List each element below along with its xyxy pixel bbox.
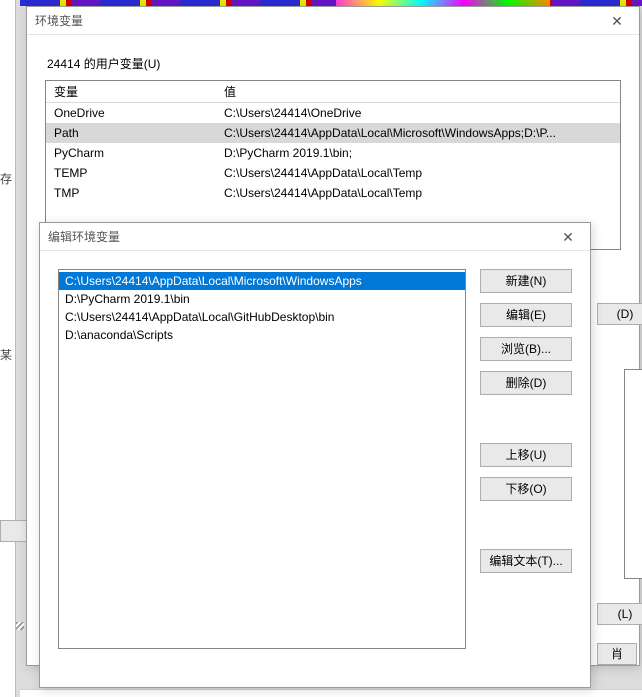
button-label: 肖	[611, 647, 623, 661]
edit-button[interactable]: 编辑(E)	[480, 303, 572, 327]
list-item[interactable]: C:\Users\24414\AppData\Local\Microsoft\W…	[59, 272, 465, 290]
button-label: 浏览(B)...	[501, 342, 551, 356]
move-down-button[interactable]: 下移(O)	[480, 477, 572, 501]
dialog1-bottom-button-peek[interactable]: 肖	[597, 643, 637, 665]
bg-text-fragment: 存	[0, 170, 12, 187]
button-column: 新建(N) 编辑(E) 浏览(B)... 删除(D) 上移(U) 下移(O) 编…	[480, 269, 572, 649]
browse-button[interactable]: 浏览(B)...	[480, 337, 572, 361]
table-row[interactable]: OneDriveC:\Users\24414\OneDrive	[46, 103, 620, 123]
cell-variable: OneDrive	[46, 103, 216, 123]
user-vars-label: 24414 的用户变量(U)	[47, 55, 621, 72]
cell-variable: PyCharm	[46, 143, 216, 163]
cell-variable: TMP	[46, 183, 216, 203]
dialog-titlebar[interactable]: 环境变量 ✕	[27, 7, 639, 35]
edit-text-button[interactable]: 编辑文本(T)...	[480, 549, 572, 573]
table-row[interactable]: TEMPC:\Users\24414\AppData\Local\Temp	[46, 163, 620, 183]
dialog-title: 环境变量	[35, 14, 83, 28]
table-row[interactable]: PathC:\Users\24414\AppData\Local\Microso…	[46, 123, 620, 143]
list-item[interactable]: D:\anaconda\Scripts	[59, 326, 465, 344]
system-delete-button-peek[interactable]: (L)	[597, 603, 642, 625]
button-label: 下移(O)	[505, 482, 546, 496]
path-entries-list[interactable]: C:\Users\24414\AppData\Local\Microsoft\W…	[58, 269, 466, 649]
close-icon[interactable]: ✕	[546, 223, 590, 251]
delete-button[interactable]: 删除(D)	[480, 371, 572, 395]
list-header[interactable]: 变量 值	[46, 81, 620, 103]
col-header-value[interactable]: 值	[216, 81, 620, 102]
move-up-button[interactable]: 上移(U)	[480, 443, 572, 467]
resize-grip-fragment	[16, 622, 24, 630]
underlying-window-left-edge: 存 某	[0, 0, 16, 697]
new-button[interactable]: 新建(N)	[480, 269, 572, 293]
button-label: (L)	[618, 607, 633, 621]
cell-variable: Path	[46, 123, 216, 143]
user-delete-button-peek[interactable]: (D)	[597, 303, 642, 325]
button-label: 删除(D)	[506, 376, 547, 390]
button-label: 新建(N)	[506, 274, 547, 288]
table-row[interactable]: PyCharmD:\PyCharm 2019.1\bin;	[46, 143, 620, 163]
cell-value: C:\Users\24414\AppData\Local\Temp	[216, 183, 620, 203]
button-label: (D)	[617, 307, 634, 321]
list-item[interactable]: D:\PyCharm 2019.1\bin	[59, 290, 465, 308]
cell-value: C:\Users\24414\AppData\Local\Temp	[216, 163, 620, 183]
button-label: 编辑文本(T)...	[489, 554, 562, 568]
close-icon[interactable]: ✕	[595, 7, 639, 35]
system-vars-list-peek[interactable]: e... e... ▲ ▼	[624, 369, 642, 579]
cell-value: C:\Users\24414\AppData\Local\Microsoft\W…	[216, 123, 620, 143]
button-label: 编辑(E)	[506, 308, 546, 322]
bg-bottom-bar	[20, 689, 642, 697]
cell-variable: TEMP	[46, 163, 216, 183]
cell-value: D:\PyCharm 2019.1\bin;	[216, 143, 620, 163]
button-label: 上移(U)	[506, 448, 547, 462]
col-header-variable[interactable]: 变量	[46, 81, 216, 102]
bg-text-fragment: 某	[0, 346, 12, 363]
table-row[interactable]: TMPC:\Users\24414\AppData\Local\Temp	[46, 183, 620, 203]
list-item[interactable]: C:\Users\24414\AppData\Local\GitHubDeskt…	[59, 308, 465, 326]
edit-env-var-dialog: 编辑环境变量 ✕ C:\Users\24414\AppData\Local\Mi…	[39, 222, 591, 688]
dialog-titlebar[interactable]: 编辑环境变量 ✕	[40, 223, 590, 251]
cell-value: C:\Users\24414\OneDrive	[216, 103, 620, 123]
dialog-title: 编辑环境变量	[48, 230, 120, 244]
